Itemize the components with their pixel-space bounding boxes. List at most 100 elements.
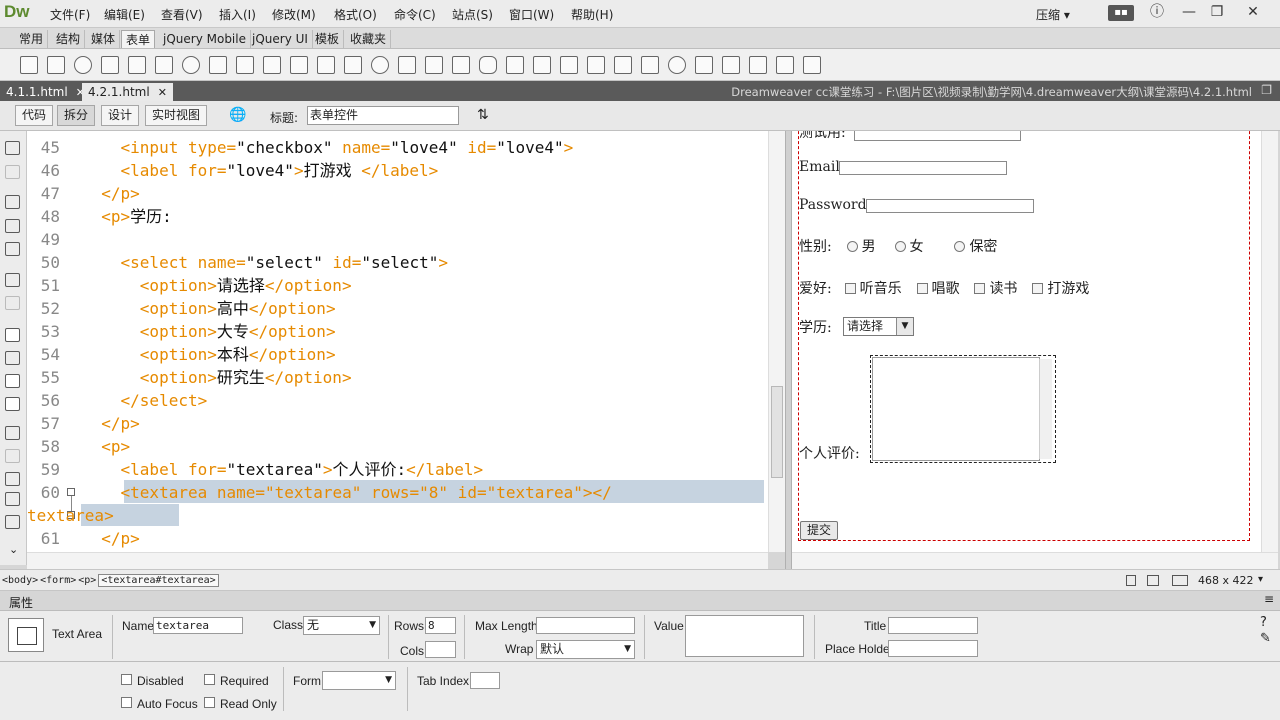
radio-icon[interactable]	[668, 56, 686, 74]
tab-common[interactable]: 常用	[15, 30, 49, 48]
wrap-select[interactable]: 默认 ▼	[536, 640, 635, 659]
expand-all-icon[interactable]	[5, 242, 20, 256]
restore-button[interactable]: ❐	[1204, 2, 1230, 22]
tab-jquery-ui[interactable]: jQuery UI	[248, 30, 313, 48]
date-icon[interactable]	[344, 56, 362, 74]
help-icon[interactable]: ?	[1260, 615, 1267, 630]
range-icon[interactable]	[236, 56, 254, 74]
radio-male[interactable]	[846, 241, 858, 252]
menu-modify[interactable]: 修改(M)	[272, 6, 316, 23]
button-icon[interactable]	[479, 56, 497, 74]
placeholder-input[interactable]	[888, 640, 978, 657]
tab-jquery-mobile[interactable]: jQuery Mobile	[159, 30, 251, 48]
readonly-checkbox[interactable]	[204, 697, 215, 708]
file-management-icon[interactable]: ⇅	[477, 107, 489, 123]
menu-commands[interactable]: 命令(C)	[394, 6, 436, 23]
line-numbers-icon[interactable]	[5, 328, 20, 342]
select-parent-tag-icon[interactable]	[5, 273, 20, 287]
number-icon[interactable]	[209, 56, 227, 74]
tab-structure[interactable]: 结构	[52, 30, 86, 48]
name-input[interactable]: textarea	[153, 617, 243, 634]
cols-input[interactable]	[425, 641, 456, 658]
code-editor[interactable]: 45 <input type="checkbox" name="love4" i…	[27, 131, 768, 552]
checkbox-game[interactable]	[1032, 283, 1044, 294]
scrollbar-thumb[interactable]	[771, 386, 783, 478]
textarea-icon[interactable]	[452, 56, 470, 74]
chevron-down-icon[interactable]: ▾	[1258, 574, 1263, 585]
hidden-icon[interactable]	[614, 56, 632, 74]
checkbox-group-icon[interactable]	[749, 56, 767, 74]
design-vertical-scrollbar[interactable]	[1261, 131, 1278, 552]
checkbox-icon[interactable]	[722, 56, 740, 74]
file-icon[interactable]	[560, 56, 578, 74]
window-size[interactable]: 468 x 422	[1198, 574, 1254, 587]
tag-body[interactable]: <body>	[2, 575, 38, 586]
tab-templates[interactable]: 模板	[311, 30, 345, 48]
menu-window[interactable]: 窗口(W)	[509, 6, 554, 23]
minimize-button[interactable]: —	[1176, 2, 1202, 22]
menu-site[interactable]: 站点(S)	[452, 6, 493, 23]
view-design-button[interactable]: 设计	[101, 105, 140, 126]
show-code-navigator-icon[interactable]	[5, 165, 20, 179]
design-horizontal-scrollbar[interactable]	[792, 552, 1278, 569]
move-css-icon[interactable]	[5, 515, 20, 529]
word-wrap-icon[interactable]	[5, 374, 20, 388]
color-icon[interactable]	[263, 56, 281, 74]
textarea-field[interactable]	[872, 357, 1040, 461]
split-divider[interactable]	[785, 131, 792, 569]
syntax-coloring-icon[interactable]	[5, 397, 20, 411]
tag-p[interactable]: <p>	[78, 575, 96, 586]
recent-snippets-icon[interactable]	[5, 492, 20, 506]
checkbox-sing[interactable]	[916, 283, 928, 294]
panel-menu-icon[interactable]: ≡	[1264, 592, 1274, 606]
remove-comment-icon[interactable]	[5, 449, 20, 463]
title-attr-input[interactable]	[888, 617, 978, 634]
doc-tab-421[interactable]: 4.2.1.html ✕	[82, 83, 173, 101]
review-textarea[interactable]	[870, 355, 1056, 463]
required-checkbox[interactable]	[204, 674, 215, 685]
chevron-down-icon[interactable]: ⌄	[9, 543, 18, 556]
close-button[interactable]: ✕	[1240, 2, 1266, 22]
balance-braces-icon[interactable]	[5, 296, 20, 310]
textarea-scrollbar[interactable]	[1039, 359, 1052, 459]
rows-input[interactable]: 8	[425, 617, 456, 634]
code-vertical-scrollbar[interactable]	[768, 131, 785, 552]
time-icon[interactable]	[371, 56, 389, 74]
checkbox-read[interactable]	[974, 283, 986, 294]
quick-tag-editor-icon[interactable]: ✎	[1260, 631, 1271, 646]
radio-group-icon[interactable]	[695, 56, 713, 74]
week-icon[interactable]	[317, 56, 335, 74]
desktop-size-icon[interactable]	[1172, 575, 1188, 586]
submit-button[interactable]: 提交	[800, 521, 839, 540]
select-icon[interactable]	[641, 56, 659, 74]
email-input[interactable]	[839, 161, 1007, 175]
menu-view[interactable]: 查看(V)	[161, 6, 203, 23]
close-icon[interactable]: ✕	[158, 86, 167, 99]
workspace-switcher[interactable]: 压缩 ▾	[1036, 6, 1070, 23]
restore-icon[interactable]: ❐	[1261, 83, 1272, 97]
month-icon[interactable]	[290, 56, 308, 74]
sync-settings-icon[interactable]: ▪▪	[1108, 5, 1134, 21]
tab-forms[interactable]: 表单	[121, 30, 156, 48]
datetime-local-icon[interactable]	[425, 56, 443, 74]
code-horizontal-scrollbar[interactable]	[27, 552, 768, 569]
apply-comment-icon[interactable]	[5, 426, 20, 440]
globe-icon[interactable]: 🌐	[229, 107, 246, 123]
tabindex-input[interactable]	[470, 672, 500, 689]
menu-edit[interactable]: 编辑(E)	[104, 6, 145, 23]
highlight-invalid-code-icon[interactable]	[5, 351, 20, 365]
test-input[interactable]	[854, 131, 1021, 141]
tag-form[interactable]: <form>	[40, 575, 76, 586]
reset-icon[interactable]	[533, 56, 551, 74]
search-icon[interactable]	[182, 56, 200, 74]
tab-favorites[interactable]: 收藏夹	[346, 30, 392, 48]
maxlength-input[interactable]	[536, 617, 635, 634]
view-live-button[interactable]: 实时视图	[145, 105, 208, 126]
email-icon[interactable]	[74, 56, 92, 74]
text-field-icon[interactable]	[47, 56, 65, 74]
password-input[interactable]	[866, 199, 1034, 213]
menu-help[interactable]: 帮助(H)	[571, 6, 613, 23]
menu-insert[interactable]: 插入(I)	[219, 6, 256, 23]
menu-file[interactable]: 文件(F)	[50, 6, 90, 23]
image-button-icon[interactable]	[587, 56, 605, 74]
